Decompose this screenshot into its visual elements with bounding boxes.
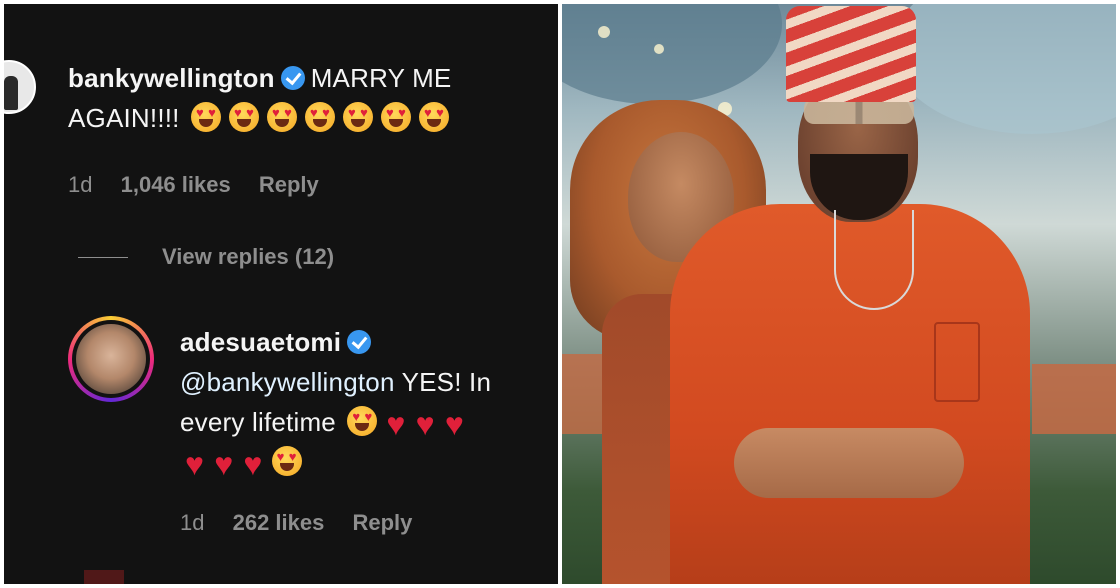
comment-text-line1: MARRY ME <box>310 63 452 93</box>
reply-button[interactable]: Reply <box>352 510 412 535</box>
bokeh-light <box>654 44 664 54</box>
image-collage: bankywellington MARRY ME AGAIN!!!! 1d 1,0… <box>0 0 1120 588</box>
reply-button[interactable]: Reply <box>259 172 319 197</box>
heart-eyes-emoji-icon <box>305 102 336 132</box>
view-replies-label: View replies (12) <box>162 244 335 269</box>
mention-link[interactable]: @bankywellington <box>180 367 395 397</box>
replies-divider <box>78 256 128 258</box>
view-replies-button[interactable]: View replies (12) <box>78 244 334 270</box>
background-table <box>1032 364 1116 434</box>
comment-text-b: every lifetime <box>180 407 336 437</box>
comments-panel: bankywellington MARRY ME AGAIN!!!! 1d 1,0… <box>4 4 558 584</box>
comment-username[interactable]: adesuaetomi <box>180 327 341 357</box>
red-heart-emoji-icon: ♥ <box>243 446 263 482</box>
heart-eyes-emoji-icon <box>381 102 412 132</box>
avatar-figure <box>4 76 18 110</box>
heart-eyes-emoji-icon <box>191 102 222 132</box>
background-drape <box>892 4 1116 134</box>
background-drape <box>562 4 782 104</box>
comment-text-a: YES! In <box>401 367 492 397</box>
bokeh-light <box>598 26 610 38</box>
couple-photo <box>562 4 1116 584</box>
comment-likes[interactable]: 1,046 likes <box>121 172 231 197</box>
comment-username[interactable]: bankywellington <box>68 63 275 93</box>
verified-badge-icon <box>347 330 372 354</box>
red-heart-emoji-icon: ♥ <box>386 406 406 442</box>
heart-eyes-emoji-icon <box>271 446 302 476</box>
heart-eyes-emoji-icon <box>229 102 260 132</box>
comment-adesuaetomi: adesuaetomi @bankywellington YES! In eve… <box>180 322 550 482</box>
comment-text-line2: AGAIN!!!! <box>68 103 180 133</box>
red-heart-emoji-icon: ♥ <box>214 446 234 482</box>
red-heart-emoji-icon: ♥ <box>444 406 465 442</box>
man-pocket <box>934 322 980 402</box>
woman-arm <box>734 428 964 498</box>
heart-eyes-emoji-icon <box>267 102 298 132</box>
necklace <box>834 210 914 310</box>
comment-likes[interactable]: 262 likes <box>233 510 325 535</box>
bankywellington-avatar[interactable] <box>4 60 36 114</box>
avatar-inner <box>72 320 150 398</box>
verified-badge-icon <box>280 66 305 90</box>
comment-time: 1d <box>68 172 93 197</box>
avatar-photo <box>76 324 146 394</box>
red-heart-emoji-icon: ♥ <box>185 446 205 482</box>
heart-eyes-emoji-icon <box>347 406 378 436</box>
adesuaetomi-avatar[interactable] <box>68 316 154 402</box>
heart-eyes-emoji-icon <box>419 102 450 132</box>
next-comment-partial <box>84 570 344 584</box>
red-heart-emoji-icon: ♥ <box>415 406 435 442</box>
comment-meta: 1d 262 likes Reply <box>180 510 434 536</box>
comment-meta: 1d 1,046 likes Reply <box>68 172 341 198</box>
comment-time: 1d <box>180 510 205 535</box>
heart-eyes-emoji-icon <box>343 102 374 132</box>
man-cap <box>786 6 916 102</box>
comment-bankywellington: bankywellington MARRY ME AGAIN!!!! <box>68 58 548 138</box>
